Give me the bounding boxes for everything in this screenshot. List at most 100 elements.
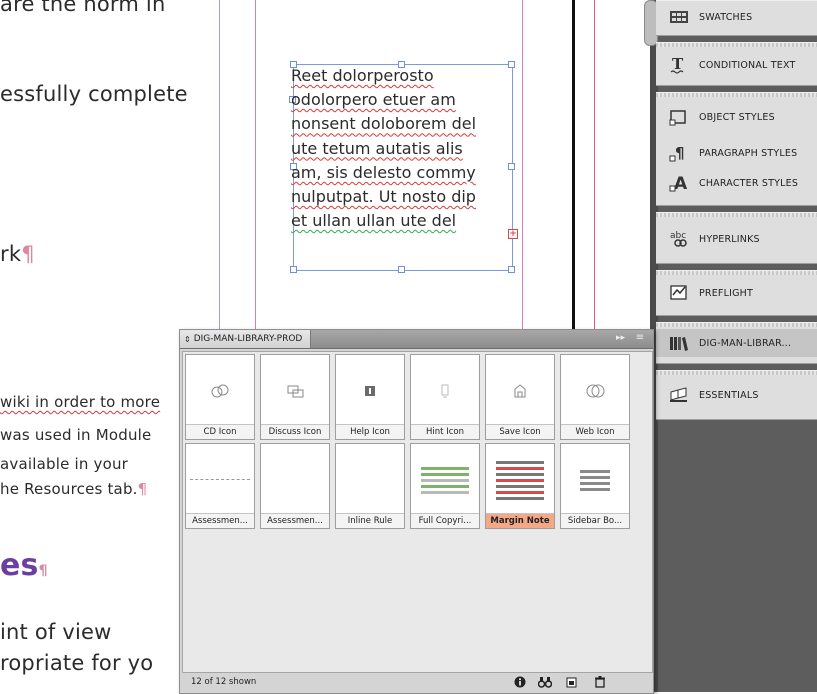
library-item[interactable]: Inline Rule (335, 443, 405, 529)
body-text-line: was used in Module (0, 426, 152, 444)
preflight-icon (667, 282, 691, 304)
library-item-name: Inline Rule (336, 513, 404, 528)
frame-handle[interactable] (398, 266, 405, 273)
library-icon (667, 332, 691, 354)
dock-item-conditional-text[interactable]: T CONDITIONAL TEXT (656, 51, 817, 79)
library-item[interactable]: Sidebar Bo... (560, 443, 630, 529)
library-item-thumbnail (265, 359, 325, 423)
library-title: DIG-MAN-LIBRARY-PROD (193, 334, 303, 344)
dock-group: SWATCHES (656, 0, 817, 36)
dock-item-preflight[interactable]: PREFLIGHT (656, 279, 817, 307)
dock-item-library[interactable]: DIG-MAN-LIBRAR... (656, 329, 817, 357)
library-status-bar: 12 of 12 shown (180, 673, 653, 693)
library-item-name: Hint Icon (411, 424, 479, 439)
library-item-name: Assessmen... (261, 513, 329, 528)
body-text-line: rk¶ (0, 242, 35, 266)
dock-item-paragraph-styles[interactable]: ¶ PARAGRAPH STYLES (656, 139, 817, 167)
library-item[interactable]: Hint Icon (410, 354, 480, 440)
section-heading: es¶ (0, 548, 48, 583)
svg-text:T: T (672, 55, 684, 73)
conditional-text-icon: T (667, 54, 691, 76)
dock-group: DIG-MAN-LIBRAR... (656, 322, 817, 364)
frame-text-line: am, sis delesto commy (291, 162, 476, 182)
library-panel-tab[interactable]: ⇕ DIG-MAN-LIBRARY-PROD (180, 330, 312, 348)
library-items-grid: CD Icon Discuss Icon Help Icon Hint Icon Sav… (182, 351, 653, 673)
body-text-line: he Resources tab.¶ (0, 480, 148, 498)
dock-item-character-styles[interactable]: A CHARACTER STYLES (656, 169, 817, 197)
library-item[interactable]: Help Icon (335, 354, 405, 440)
library-item-name: Sidebar Bo... (561, 513, 629, 528)
new-item-icon[interactable] (565, 676, 579, 690)
library-item-name: CD Icon (186, 424, 254, 439)
text-frame-content[interactable]: Reet dolorperosto odolorpero etuer am no… (291, 64, 521, 233)
delete-icon[interactable] (593, 676, 607, 690)
library-item[interactable]: Full Copyri... (410, 443, 480, 529)
dock-item-label: CHARACTER STYLES (699, 177, 799, 189)
library-panel-titlebar[interactable]: ⇕ DIG-MAN-LIBRARY-PROD ▸▸ ≡ (180, 330, 653, 349)
body-text-line: available in your (0, 455, 129, 473)
library-item-thumbnail (415, 448, 475, 512)
frame-text-line: nonsent doloborem del (291, 114, 477, 134)
frame-text-line: nulputpat. Ut nosto dip (291, 187, 476, 207)
dock-item-label: DIG-MAN-LIBRAR... (699, 337, 792, 349)
dock-item-hyperlinks[interactable]: abc HYPERLINKS (656, 225, 817, 253)
library-item[interactable]: Save Icon (485, 354, 555, 440)
library-item-name: Save Icon (486, 424, 554, 439)
library-item-thumbnail (340, 359, 400, 423)
frame-text-line: ute tetum autatis alis (291, 138, 463, 158)
library-item-thumbnail (265, 448, 325, 512)
body-text-line: int of view (0, 620, 112, 644)
library-item-name: Margin Note (486, 513, 554, 528)
collapse-panel-button[interactable]: ▸▸ (616, 332, 625, 344)
info-icon[interactable] (513, 676, 527, 690)
library-item-thumbnail (190, 359, 250, 423)
dock-group: PREFLIGHT (656, 270, 817, 316)
workspace-icon (667, 384, 691, 406)
body-text-line: wiki in order to more (0, 393, 161, 411)
dock-item-label: CONDITIONAL TEXT (699, 59, 796, 71)
dock-group: OBJECT STYLES ¶ PARAGRAPH STYLES A CHARA… (656, 92, 817, 206)
paragraph-styles-icon: ¶ (667, 142, 691, 164)
library-item-name: Web Icon (561, 424, 629, 439)
dock-item-label: PREFLIGHT (699, 287, 753, 299)
panel-menu-button[interactable]: ≡ (633, 332, 647, 344)
library-item[interactable]: Web Icon (560, 354, 630, 440)
binoculars-icon[interactable] (537, 676, 553, 690)
library-item-thumbnail (490, 359, 550, 423)
body-text-line: ropriate for yo (0, 651, 154, 675)
dock-item-label: OBJECT STYLES (699, 111, 775, 123)
dock-group: abc HYPERLINKS (656, 212, 817, 264)
library-item-thumbnail (415, 359, 475, 423)
frame-text-line: Reet dolorperosto (291, 66, 434, 85)
dock-item-label: HYPERLINKS (699, 233, 760, 245)
dock-group: ESSENTIALS (656, 370, 817, 420)
library-item-thumbnail (340, 448, 400, 512)
tab-arrows-icon: ⇕ (184, 334, 191, 344)
library-item[interactable]: Assessmen... (185, 443, 255, 529)
library-item-thumbnail (190, 448, 250, 512)
hyperlinks-icon: abc (667, 228, 691, 250)
svg-text:¶: ¶ (675, 144, 685, 162)
library-item[interactable]: Assessmen... (260, 443, 330, 529)
body-text-line: are the norm in (0, 0, 166, 16)
dock-item-object-styles[interactable]: OBJECT STYLES (656, 103, 817, 131)
body-text-line: essfully complete (0, 82, 188, 106)
library-item-name: Assessmen... (186, 513, 254, 528)
dock-group: T CONDITIONAL TEXT (656, 42, 817, 86)
swatches-icon (667, 6, 691, 28)
library-panel: ⇕ DIG-MAN-LIBRARY-PROD ▸▸ ≡ CD Icon Discus… (179, 329, 654, 694)
library-item-name: Full Copyri... (411, 513, 479, 528)
dock-item-label: ESSENTIALS (699, 389, 759, 401)
dock-item-label: SWATCHES (699, 11, 753, 23)
dock-item-label: PARAGRAPH STYLES (699, 147, 798, 159)
overset-text-icon[interactable]: + (508, 229, 518, 239)
library-item[interactable]: Margin Note (485, 443, 555, 529)
library-item[interactable]: CD Icon (185, 354, 255, 440)
frame-handle[interactable] (290, 266, 297, 273)
object-styles-icon (667, 106, 691, 128)
dock-item-essentials[interactable]: ESSENTIALS (656, 381, 817, 409)
library-item-name: Help Icon (336, 424, 404, 439)
frame-handle[interactable] (508, 266, 515, 273)
dock-item-swatches[interactable]: SWATCHES (656, 3, 817, 31)
library-item[interactable]: Discuss Icon (260, 354, 330, 440)
